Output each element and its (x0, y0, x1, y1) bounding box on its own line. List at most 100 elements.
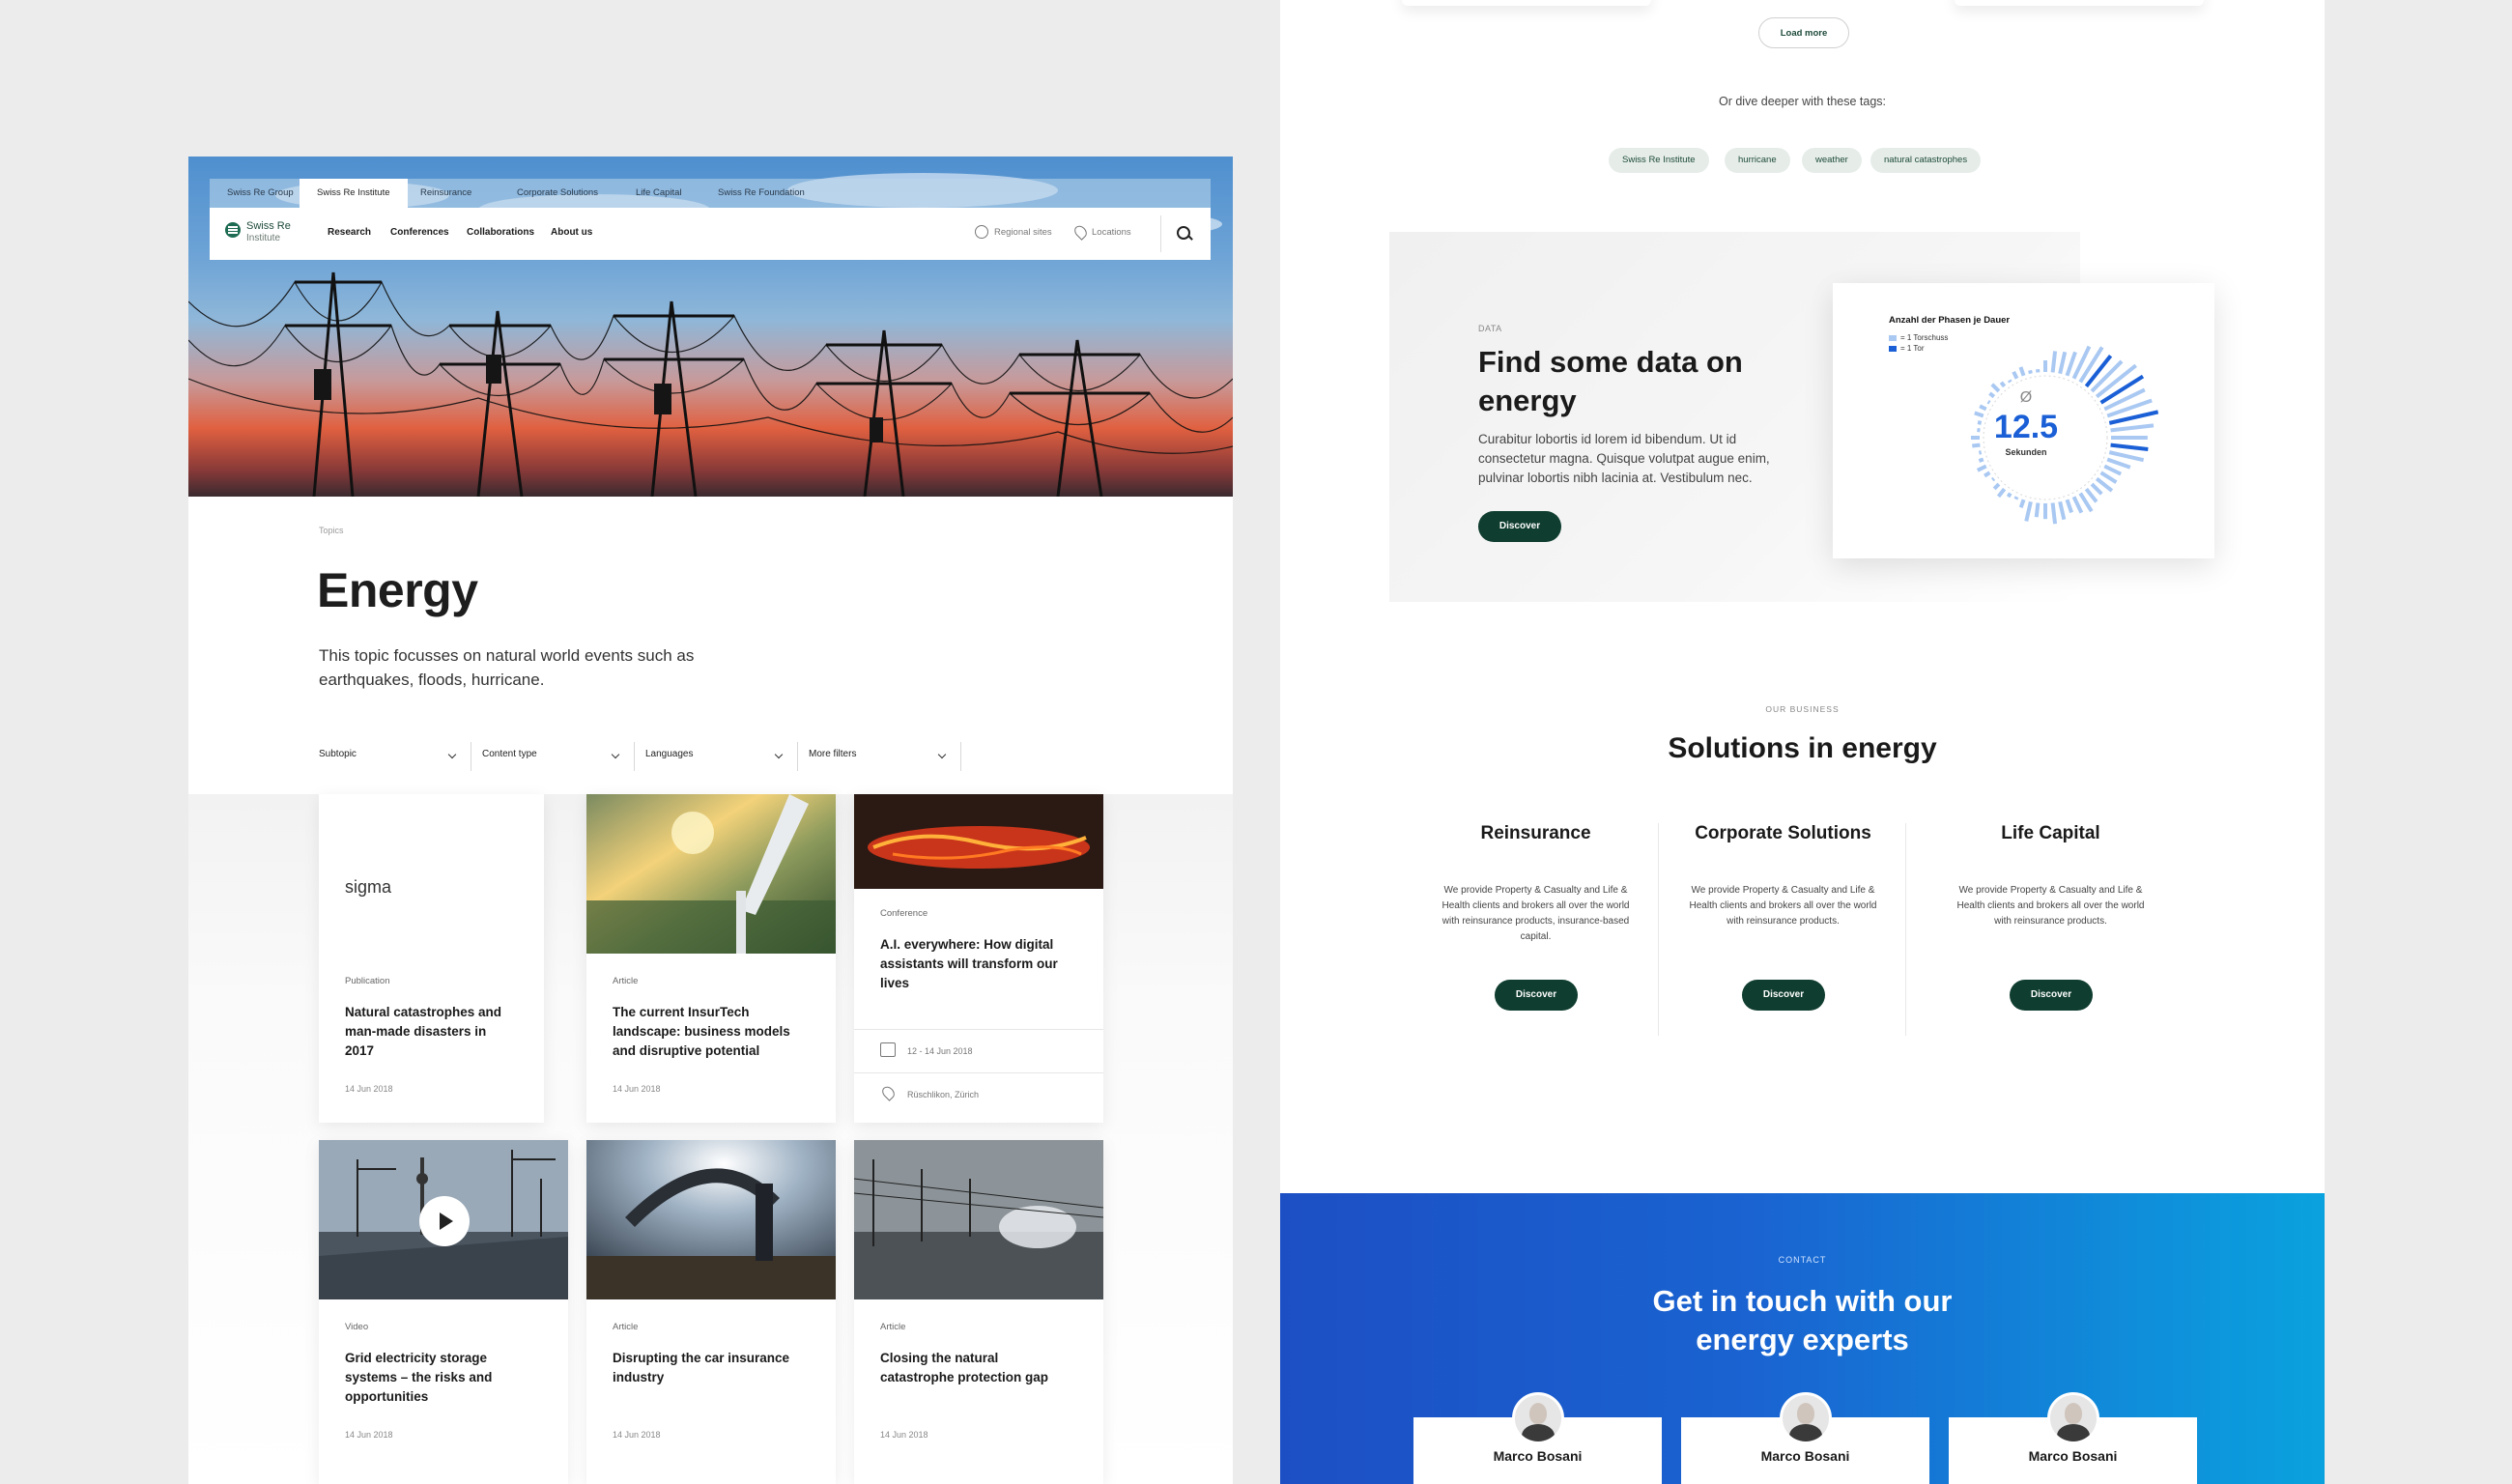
card-type: Article (613, 1322, 639, 1332)
swiss-re-logo[interactable]: Swiss Re Institute (225, 220, 302, 247)
storm-surge-image (854, 1140, 1103, 1299)
radial-bar (2065, 499, 2073, 514)
legend-label: = 1 Tor (1900, 344, 1925, 353)
meta-nav-swiss-re-institute[interactable]: Swiss Re Institute (300, 179, 408, 208)
filter-languages[interactable]: Languages (645, 742, 798, 771)
content-grid: sigma Publication Natural catastrophes a… (188, 794, 1233, 1484)
divider (854, 1029, 1103, 1030)
discover-data-button[interactable]: Discover (1478, 511, 1561, 542)
regional-sites-link[interactable]: Regional sites (975, 225, 1052, 239)
radial-bar (2006, 492, 2012, 499)
business-column-corporate-solutions: Corporate Solutions We provide Property … (1660, 823, 1906, 1036)
card-title[interactable]: A.I. everywhere: How digital assistants … (880, 935, 1073, 993)
filter-label: Subtopic (319, 749, 357, 759)
radial-bar (1978, 457, 1984, 463)
radial-bar (1976, 464, 1987, 472)
chevron-down-icon (937, 750, 947, 759)
card-title[interactable]: The current InsurTech landscape: busines… (613, 1003, 806, 1061)
tags-heading: Or dive deeper with these tags: (1718, 95, 1886, 108)
search-icon[interactable] (1175, 224, 1194, 243)
radial-bar (2106, 457, 2131, 470)
nav-about-us[interactable]: About us (551, 227, 592, 238)
content-card[interactable]: Article Disrupting the car insurance ind… (586, 1140, 836, 1484)
radial-bar (2065, 351, 2077, 377)
discover-button[interactable]: Discover (1495, 980, 1578, 1011)
filter-label: More filters (809, 749, 857, 759)
event-location: Rüschlikon, Zürich (907, 1090, 980, 1099)
content-card[interactable]: Article The current InsurTech landscape:… (586, 794, 836, 1123)
card-title[interactable]: Disrupting the car insurance industry (613, 1349, 806, 1387)
business-column-life-capital: Life Capital We provide Property & Casua… (1927, 823, 2174, 1036)
column-title: Life Capital (2001, 823, 2100, 843)
nav-research[interactable]: Research (328, 227, 371, 238)
business-title: Solutions in energy (1668, 732, 1937, 764)
mean-symbol: Ø (2019, 389, 2033, 406)
main-navigation: Swiss Re Institute Research Conferences … (210, 208, 1211, 260)
card-title[interactable]: Grid electricity storage systems – the r… (345, 1349, 538, 1407)
filter-more[interactable]: More filters (809, 742, 961, 771)
load-more-button[interactable]: Load more (1758, 17, 1849, 48)
radial-bar (2034, 502, 2041, 518)
content-card[interactable]: Video Grid electricity storage systems –… (319, 1140, 568, 1484)
breadcrumb[interactable]: Topics (319, 526, 344, 535)
tag-natural-catastrophes[interactable]: natural catastrophes (1870, 148, 1982, 173)
nav-collaborations[interactable]: Collaborations (467, 227, 534, 238)
meta-nav-swiss-re-group[interactable]: Swiss Re Group (210, 179, 311, 208)
avatar (1512, 1392, 1564, 1444)
chevron-down-icon (774, 750, 784, 759)
filter-subtopic[interactable]: Subtopic (319, 742, 471, 771)
legend-swatch (1889, 345, 1897, 352)
radial-bar (2090, 482, 2103, 496)
content-card[interactable]: Article Closing the natural catastrophe … (854, 1140, 1103, 1484)
radial-bar (2007, 379, 2012, 384)
card-date: 14 Jun 2018 (880, 1430, 928, 1440)
legend-swatch (1889, 334, 1897, 341)
avatar (1780, 1392, 1832, 1444)
radial-bar (2103, 464, 2123, 476)
chevron-down-icon (611, 750, 620, 759)
radial-bar (2050, 351, 2058, 373)
card-title[interactable]: Closing the natural catastrophe protecti… (880, 1349, 1073, 1387)
content-card[interactable]: sigma Publication Natural catastrophes a… (319, 794, 544, 1123)
radial-bar (2084, 355, 2113, 388)
card-bottom-edge (1402, 0, 1651, 6)
radial-bar (2058, 500, 2067, 521)
tag-hurricane[interactable]: hurricane (1725, 148, 1790, 173)
event-date: 12 - 14 Jun 2018 (907, 1046, 973, 1056)
meta-nav-life-capital[interactable]: Life Capital (618, 179, 699, 208)
data-description: Curabitur lobortis id lorem id bibendum.… (1478, 432, 1770, 485)
column-description: We provide Property & Casualty and Life … (1442, 885, 1630, 942)
radial-bar (2012, 370, 2019, 380)
filter-content-type[interactable]: Content type (482, 742, 635, 771)
swiss-re-logo-icon (225, 222, 241, 238)
topic-page-preview: Swiss Re Group Swiss Re Institute Reinsu… (188, 157, 1233, 1484)
meta-navigation: Swiss Re Group Swiss Re Institute Reinsu… (210, 179, 1211, 208)
radial-bar (1992, 482, 2001, 491)
data-title: Find some data on energy (1478, 345, 1743, 417)
filter-label: Content type (482, 749, 537, 759)
regional-sites-label: Regional sites (994, 226, 1052, 238)
locations-link[interactable]: Locations (1071, 223, 1131, 241)
radial-bar (1999, 381, 2007, 388)
meta-nav-corporate-solutions[interactable]: Corporate Solutions (500, 179, 615, 208)
radial-bar (2024, 500, 2033, 522)
card-title[interactable]: Natural catastrophes and man-made disast… (345, 1003, 519, 1061)
meta-nav-reinsurance[interactable]: Reinsurance (403, 179, 489, 208)
column-title: Corporate Solutions (1695, 823, 1871, 843)
meta-nav-swiss-re-foundation[interactable]: Swiss Re Foundation (700, 179, 822, 208)
calendar-icon (880, 1042, 896, 1057)
content-card[interactable]: Conference A.I. everywhere: How digital … (854, 794, 1103, 1123)
logo-name: Swiss Re (246, 220, 291, 232)
discover-button[interactable]: Discover (1742, 980, 1825, 1011)
radial-bar (2018, 366, 2026, 377)
play-icon[interactable] (419, 1196, 470, 1246)
tag-swiss-re-institute[interactable]: Swiss Re Institute (1609, 148, 1709, 173)
legend-item: = 1 Tor (1889, 344, 1925, 353)
discover-button[interactable]: Discover (2010, 980, 2093, 1011)
business-column-reinsurance: Reinsurance We provide Property & Casual… (1413, 823, 1659, 1036)
nav-conferences[interactable]: Conferences (390, 227, 449, 238)
tag-weather[interactable]: weather (1802, 148, 1862, 173)
expert-name: Marco Bosani (2028, 1448, 2118, 1464)
radial-bar (2013, 496, 2019, 500)
column-description: We provide Property & Casualty and Life … (1689, 885, 1877, 927)
